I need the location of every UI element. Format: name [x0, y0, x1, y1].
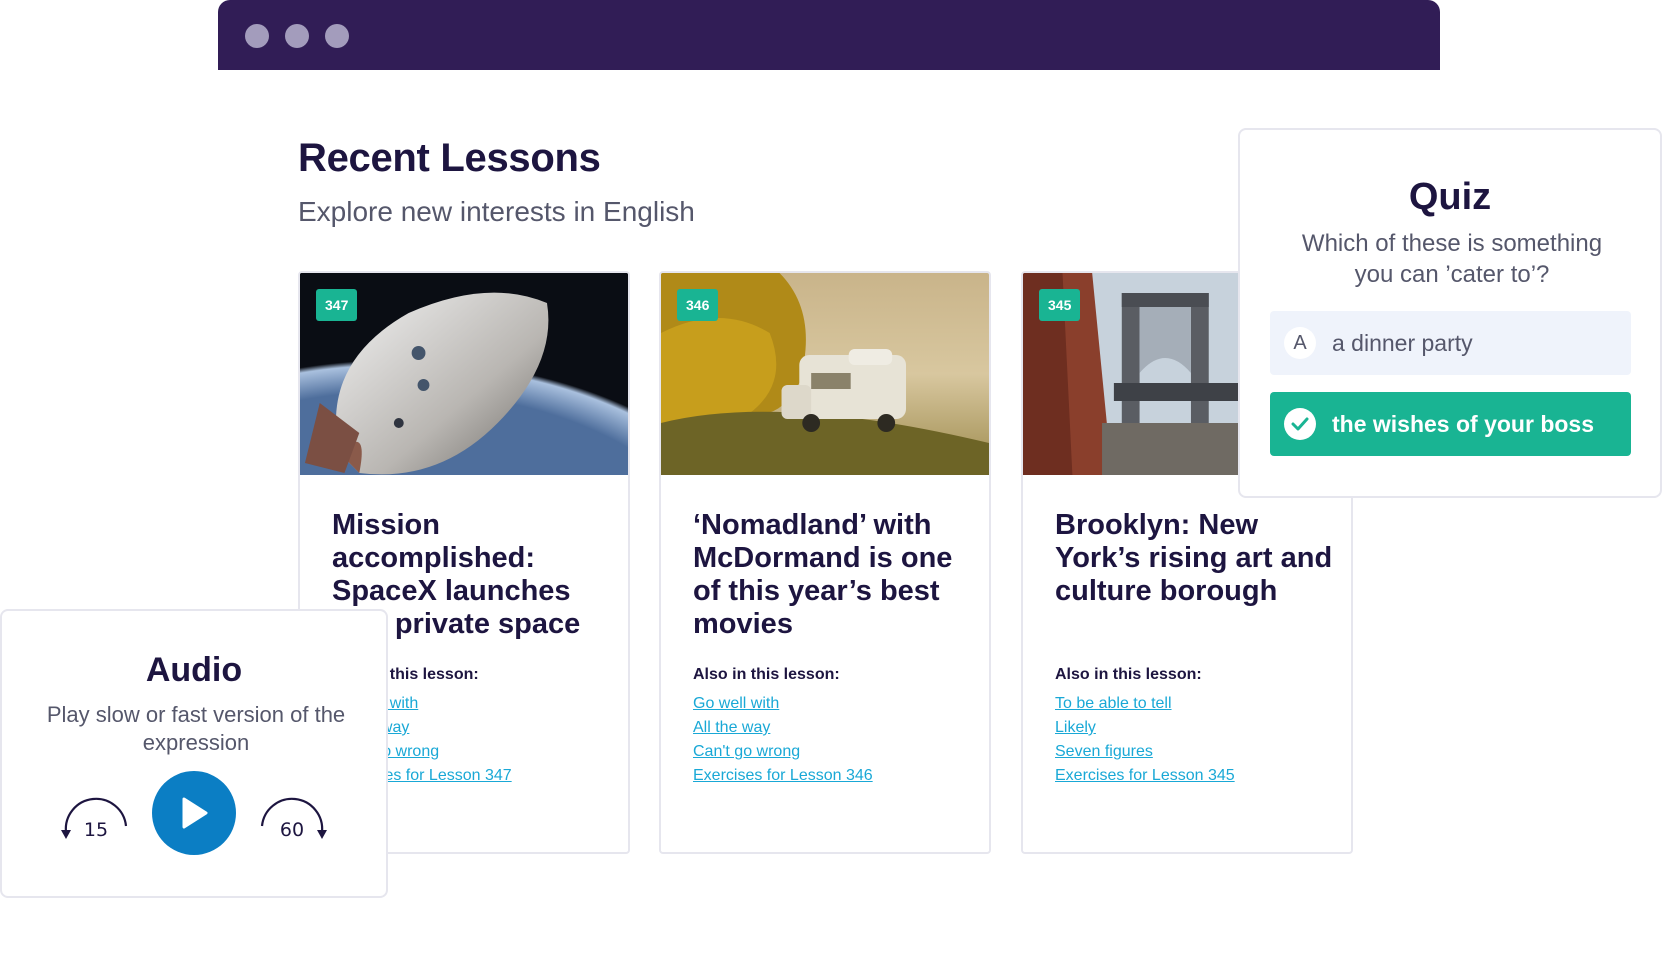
lesson-links: Go well with All the way Can't go wrong … — [693, 695, 873, 791]
lesson-link[interactable]: Likely — [1055, 719, 1235, 743]
quiz-question: Which of these is something you can ’cat… — [1301, 230, 1603, 288]
lesson-links: To be able to tell Likely Seven figures … — [1055, 695, 1235, 791]
lesson-title[interactable]: Brooklyn: New York’s rising art and cult… — [1055, 509, 1340, 608]
option-letter: A — [1284, 327, 1316, 359]
play-button[interactable] — [152, 771, 236, 855]
audio-description: Play slow or fast version of the express… — [46, 702, 346, 755]
lesson-number-badge: 347 — [316, 289, 358, 321]
skip-forward-button[interactable]: 60 — [254, 796, 330, 850]
page-title: Recent Lessons — [298, 136, 601, 180]
audio-title: Audio — [145, 651, 243, 689]
camper-van-coast-image[interactable]: 346 — [661, 273, 989, 475]
lesson-number-badge: 346 — [677, 289, 719, 321]
spacecraft-orbit-image[interactable]: 347 — [300, 273, 628, 475]
window-control-dot[interactable] — [325, 24, 349, 48]
lesson-title[interactable]: ‘Nomadland’ with McDormand is one of thi… — [693, 509, 978, 641]
lesson-link[interactable]: All the way — [693, 719, 873, 743]
lesson-number-badge: 345 — [1039, 289, 1081, 321]
quiz-option-correct[interactable]: the wishes of your boss — [1270, 392, 1631, 456]
window-titlebar — [218, 0, 1440, 70]
also-in-lesson-label: Also in this lesson: — [693, 666, 840, 683]
lesson-link[interactable]: Seven figures — [1055, 743, 1235, 767]
skip-back-button[interactable]: 15 — [58, 796, 134, 850]
window-control-dot[interactable] — [245, 24, 269, 48]
window-control-dot[interactable] — [285, 24, 309, 48]
page-subtitle: Explore new interests in English — [298, 196, 695, 227]
lesson-link[interactable]: Exercises for Lesson 345 — [1055, 767, 1235, 791]
skip-back-seconds: 15 — [83, 819, 109, 841]
quiz-panel: Quiz Which of these is something you can… — [1238, 128, 1662, 498]
quiz-title: Quiz — [1408, 176, 1492, 218]
audio-panel: Audio Play slow or fast version of the e… — [0, 609, 388, 898]
lesson-link[interactable]: Can't go wrong — [693, 743, 873, 767]
lesson-link[interactable]: Go well with — [693, 695, 873, 719]
option-text: the wishes of your boss — [1332, 410, 1594, 437]
also-in-lesson-label: Also in this lesson: — [1055, 666, 1202, 683]
quiz-option-a[interactable]: A a dinner party — [1270, 311, 1631, 375]
option-text: a dinner party — [1332, 329, 1473, 356]
play-icon — [182, 797, 208, 829]
lesson-card[interactable]: 346 ‘Nomadland’ with McDormand is one of… — [659, 271, 991, 854]
check-icon — [1284, 408, 1316, 440]
lesson-link[interactable]: To be able to tell — [1055, 695, 1235, 719]
skip-forward-seconds: 60 — [279, 819, 305, 841]
lesson-link[interactable]: Exercises for Lesson 346 — [693, 767, 873, 791]
